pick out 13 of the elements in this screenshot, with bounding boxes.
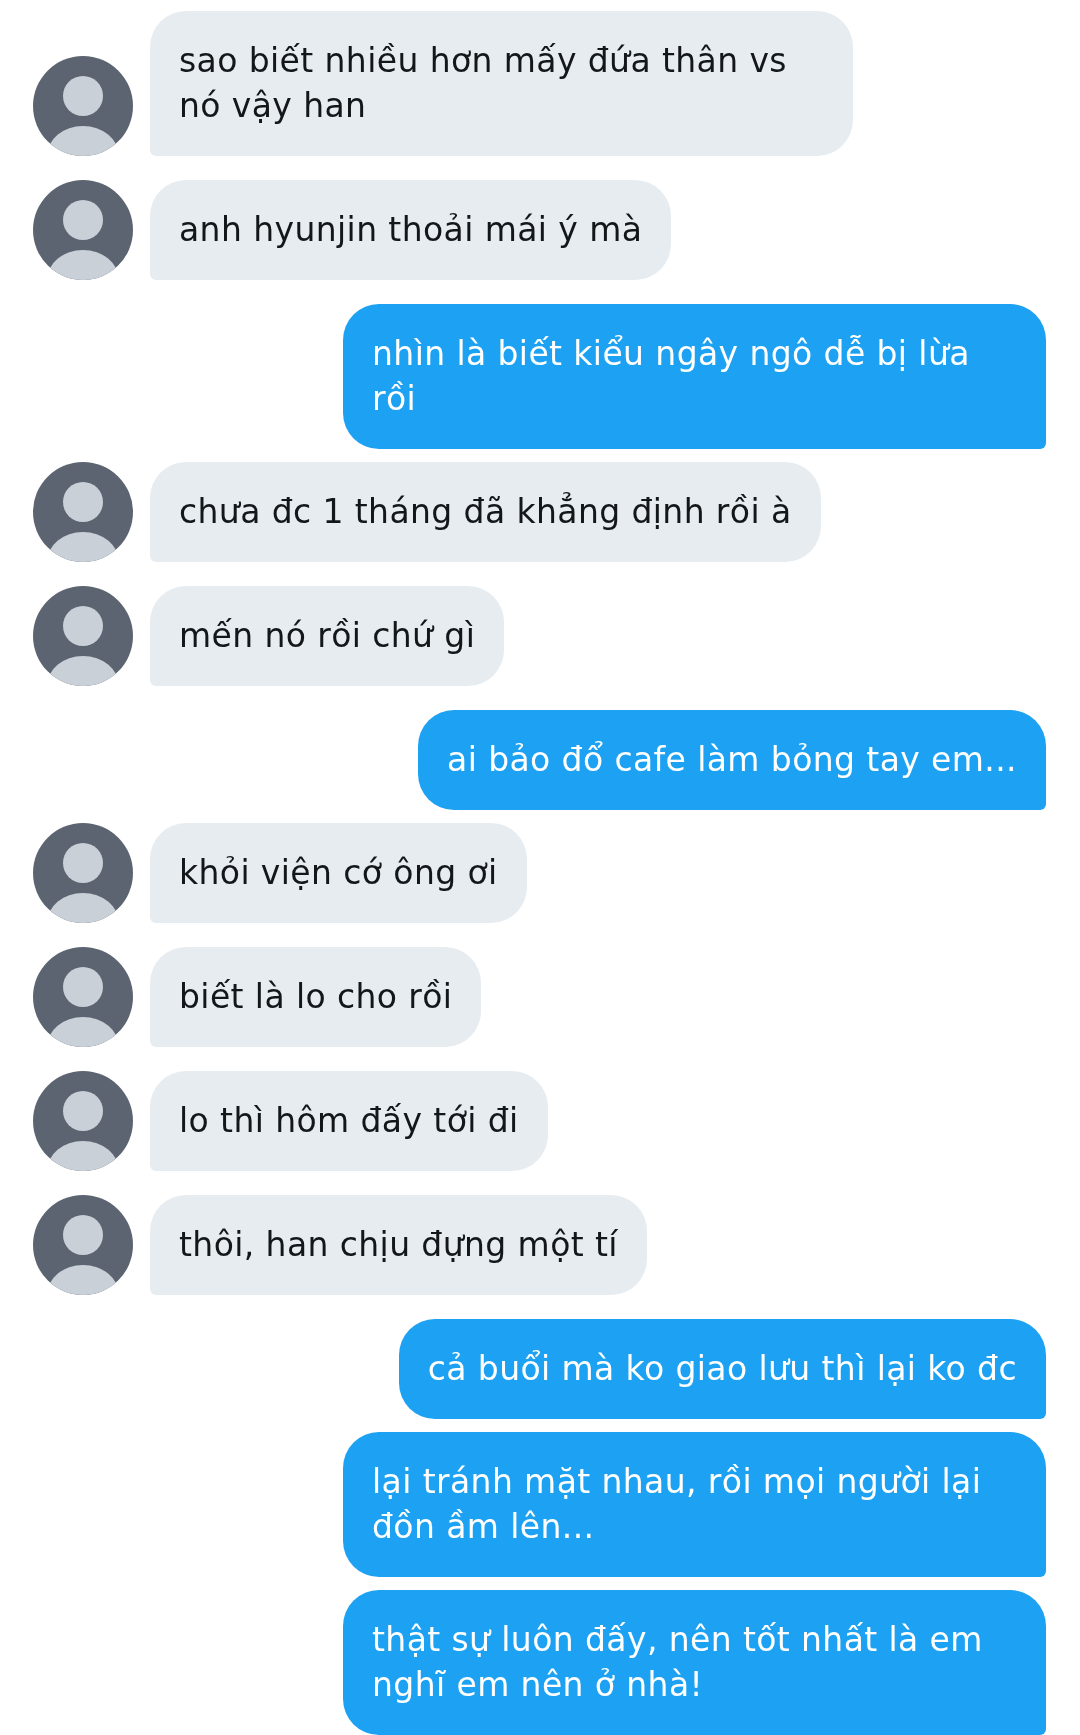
message-bubble: cả buổi mà ko giao lưu thì lại ko đc bbox=[398, 1319, 1046, 1419]
message-bubble: biết là lo cho rồi bbox=[150, 947, 482, 1047]
message-bubble: mến nó rồi chứ gì bbox=[150, 586, 505, 686]
message-bubble: chưa đc 1 tháng đã khẳng định rồi à bbox=[150, 462, 821, 562]
message-bubble: sao biết nhiều hơn mấy đứa thân vs nó vậy han bbox=[150, 11, 853, 156]
message-bubble: lo thì hôm đấy tới đi bbox=[150, 1071, 548, 1171]
message-bubble: khỏi viện cớ ông ơi bbox=[150, 823, 527, 923]
message-bubble: anh hyunjin thoải mái ý mà bbox=[150, 180, 672, 280]
message-bubble: thôi, han chịu đựng một tí bbox=[150, 1195, 647, 1295]
message-bubble: ai bảo đổ cafe làm bỏng tay em... bbox=[418, 710, 1046, 810]
message-bubble: nhìn là biết kiểu ngây ngô dễ bị lừa rồi bbox=[343, 304, 1046, 449]
message-bubble: thật sự luôn đấy, nên tốt nhất là em nghĩ em nên ở nhà! bbox=[343, 1590, 1046, 1735]
message-bubble: lại tránh mặt nhau, rồi mọi người lại đồn ầm lên... bbox=[343, 1432, 1046, 1577]
